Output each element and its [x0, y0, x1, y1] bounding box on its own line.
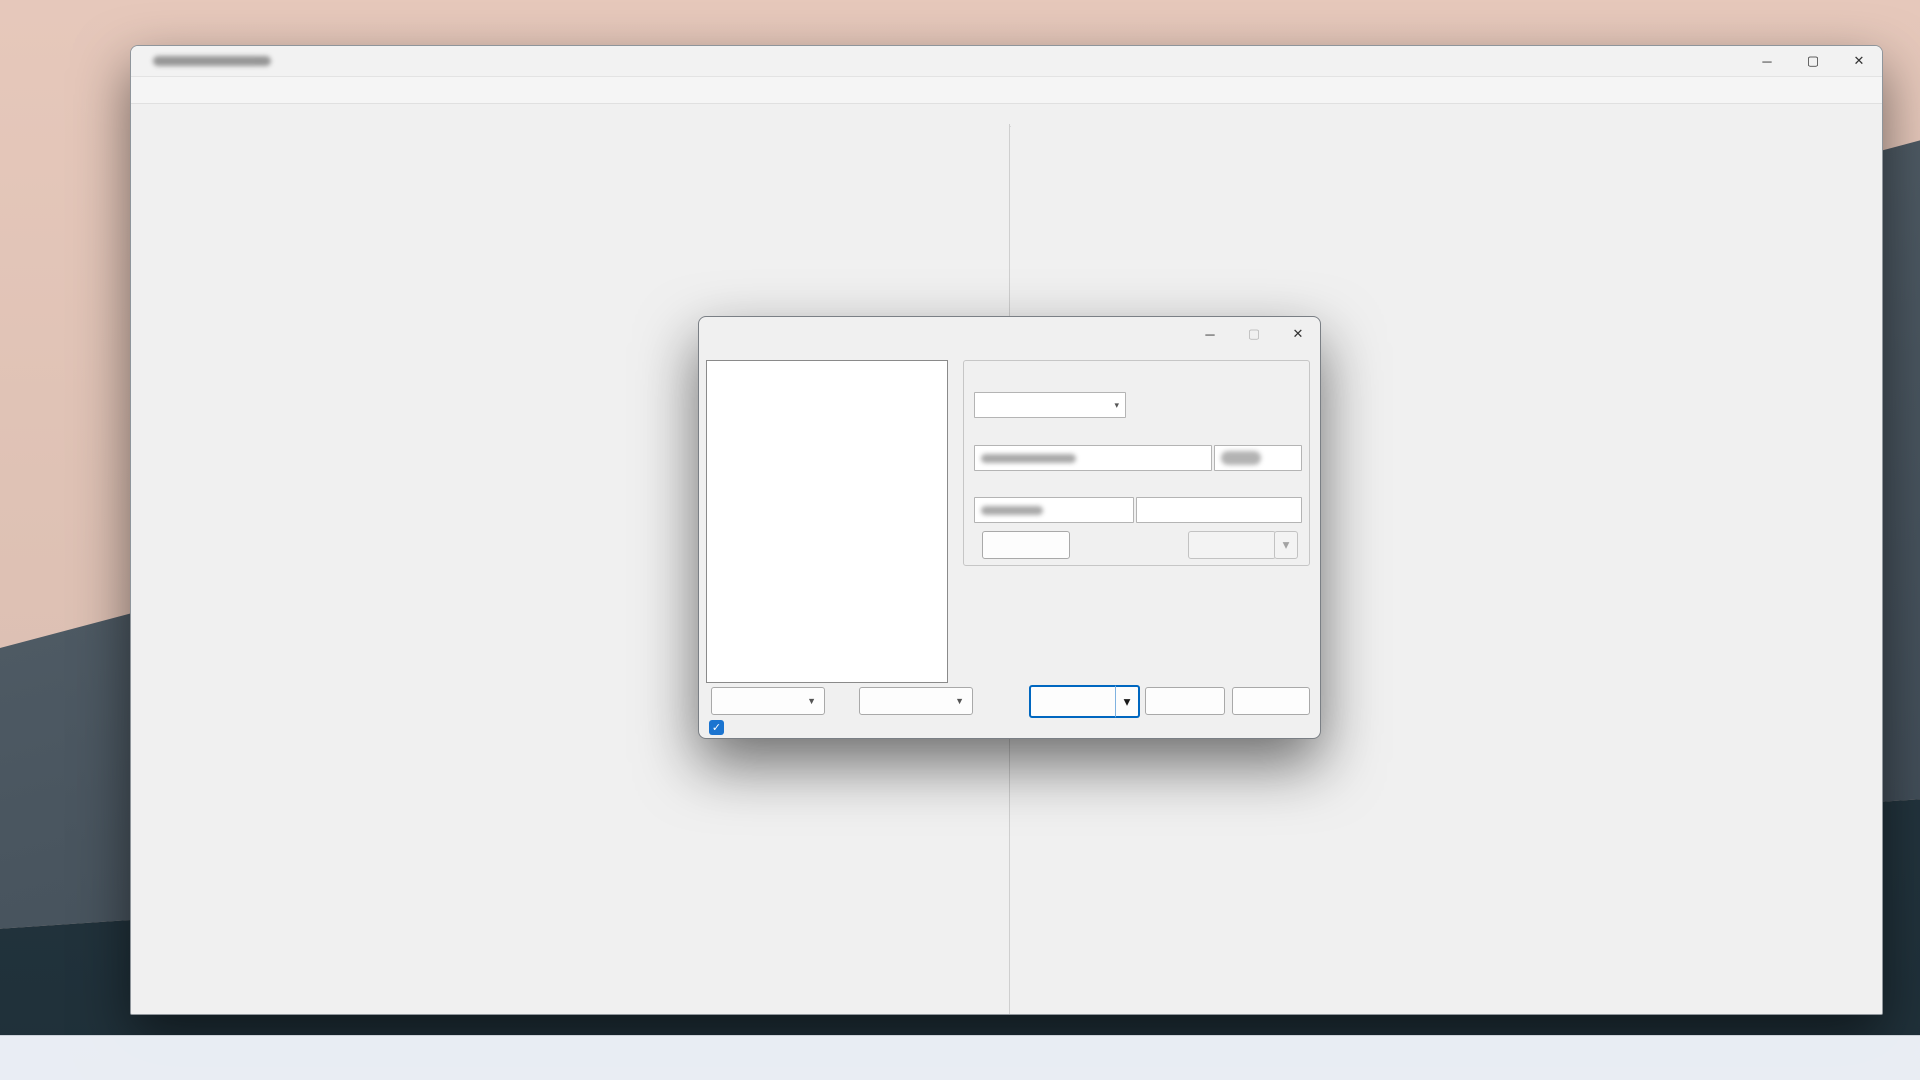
dialog-titlebar[interactable]: ─ ▢ ✕ — [699, 317, 1320, 351]
username-input[interactable] — [974, 497, 1134, 523]
close-button[interactable] — [1145, 687, 1225, 715]
window-title — [149, 56, 275, 66]
password-input[interactable] — [1136, 497, 1302, 523]
advanced-button — [1188, 531, 1276, 559]
login-dropdown-button[interactable]: ▾ — [1115, 685, 1140, 718]
dialog-close-button[interactable]: ✕ — [1276, 317, 1320, 351]
advanced-dropdown-button: ▾ — [1274, 531, 1298, 559]
tools-button[interactable]: ▼ — [711, 687, 825, 715]
show-login-dialog-checkbox[interactable]: ✓ — [709, 720, 732, 735]
session-groupbox: ▾ ▾ — [963, 360, 1310, 566]
checkbox-checked-icon: ✓ — [709, 720, 724, 735]
dialog-maximize-button: ▢ — [1232, 317, 1276, 351]
session-list[interactable] — [706, 360, 948, 683]
window-minimize-button[interactable]: ─ — [1744, 46, 1790, 76]
desktop: ─ ▢ ✕ ─ ▢ ✕ ▾ — [0, 0, 1920, 1080]
taskbar — [0, 1035, 1920, 1080]
window-maximize-button[interactable]: ▢ — [1790, 46, 1836, 76]
help-button[interactable] — [1232, 687, 1310, 715]
manage-button[interactable]: ▼ — [859, 687, 973, 715]
host-input[interactable] — [974, 445, 1212, 471]
window-titlebar[interactable]: ─ ▢ ✕ — [131, 46, 1882, 76]
redacted-title-text — [153, 56, 271, 66]
login-button[interactable] — [1029, 685, 1119, 718]
window-close-button[interactable]: ✕ — [1836, 46, 1882, 76]
dialog-minimize-button[interactable]: ─ — [1188, 317, 1232, 351]
protocol-select[interactable]: ▾ — [974, 392, 1126, 418]
edit-button[interactable] — [982, 531, 1070, 559]
anmeldung-dialog: ─ ▢ ✕ ▾ — [698, 316, 1321, 739]
port-input[interactable] — [1214, 445, 1302, 471]
